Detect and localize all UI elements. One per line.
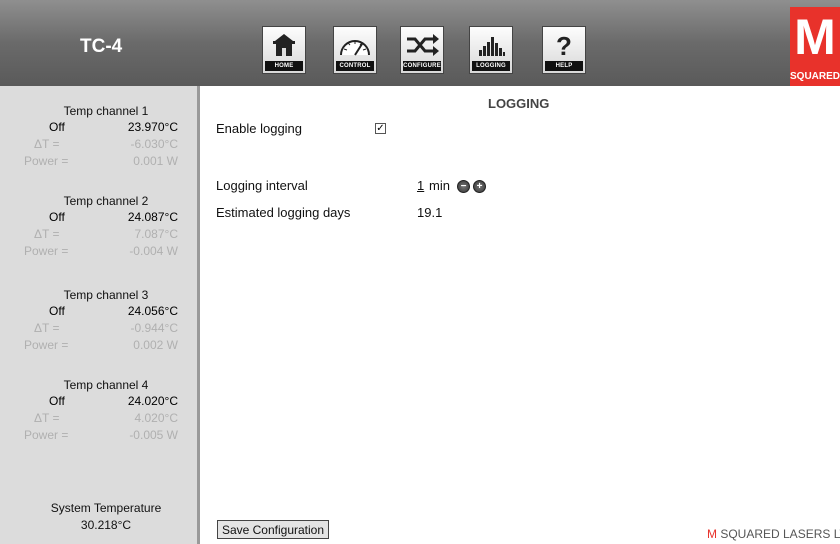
channel-state: Off: [49, 120, 65, 134]
main-content: LOGGING Enable logging ✓ Logging interva…: [200, 86, 840, 544]
shuffle-icon: [407, 34, 439, 56]
channel-status-row: Off 24.056°C: [0, 304, 200, 320]
channel-status-row: Off 24.087°C: [0, 210, 200, 226]
channel-temp: 24.020°C: [127, 394, 178, 408]
system-temperature-label: System Temperature: [50, 501, 162, 515]
power-value: -0.005 W: [129, 428, 178, 442]
channel-power-row: Power = -0.004 W: [0, 244, 200, 260]
delta-label: ΔT =: [34, 227, 60, 241]
logging-interval-unit: min: [429, 178, 450, 193]
channel-state: Off: [49, 210, 65, 224]
plus-icon: +: [476, 181, 483, 192]
enable-logging-checkbox[interactable]: ✓: [375, 123, 386, 134]
channel-power-row: Power = -0.005 W: [0, 428, 200, 444]
logo-letter: M: [794, 9, 836, 65]
delta-label: ΔT =: [34, 411, 60, 425]
nav-control-label: CONTROL: [336, 61, 374, 71]
nav-control-button[interactable]: CONTROL: [333, 26, 377, 74]
channel-status-row: Off 24.020°C: [0, 394, 200, 410]
power-value: 0.002 W: [133, 338, 178, 352]
app-title: TC-4: [80, 36, 123, 57]
system-temperature-value: 30.218°C: [80, 518, 132, 532]
delta-value: -6.030°C: [130, 137, 179, 151]
channel-power-row: Power = 0.002 W: [0, 338, 200, 354]
delta-value: -0.944°C: [130, 321, 179, 335]
nav-help-button[interactable]: ? HELP: [542, 26, 586, 74]
channel-temp: 23.970°C: [127, 120, 178, 134]
footer-text: SQUARED LASERS LTD: [720, 527, 840, 541]
nav-configure-button[interactable]: CONFIGURE: [400, 26, 444, 74]
channel-title: Temp channel 2: [63, 194, 149, 208]
channel-delta-row: ΔT = -0.944°C: [0, 321, 200, 337]
channel-temp: 24.056°C: [127, 304, 178, 318]
m-squared-logo: M SQUARED: [790, 7, 840, 86]
delta-value: 4.020°C: [134, 411, 179, 425]
power-label: Power =: [24, 338, 69, 352]
logo-text: SQUARED: [790, 71, 840, 82]
channel-delta-row: ΔT = 4.020°C: [0, 411, 200, 427]
channel-power-row: Power = 0.001 W: [0, 154, 200, 170]
save-configuration-button[interactable]: Save Configuration: [217, 520, 329, 539]
power-label: Power =: [24, 154, 69, 168]
delta-value: 7.087°C: [134, 227, 179, 241]
nav-logging-button[interactable]: LOGGING: [469, 26, 513, 74]
svg-text:?: ?: [556, 31, 572, 59]
gauge-icon: [340, 40, 370, 56]
company-footer: M SQUARED LASERS LTD: [707, 527, 840, 541]
channel-title: Temp channel 1: [63, 104, 149, 118]
estimated-days-value: 19.1: [417, 205, 443, 220]
channel-state: Off: [49, 304, 65, 318]
enable-logging-label: Enable logging: [216, 121, 303, 136]
power-value: -0.004 W: [129, 244, 178, 258]
checkmark-icon: ✓: [376, 123, 385, 134]
home-icon: [273, 34, 295, 56]
channel-delta-row: ΔT = -6.030°C: [0, 137, 200, 153]
nav-home-button[interactable]: HOME: [262, 26, 306, 74]
header-bar: TC-4 HOME CONTROL CONFIGURE LOGGING ? HE…: [0, 0, 840, 86]
nav-logging-label: LOGGING: [472, 61, 510, 71]
channel-state: Off: [49, 394, 65, 408]
minus-icon: −: [460, 181, 467, 192]
power-value: 0.001 W: [133, 154, 178, 168]
nav-configure-label: CONFIGURE: [403, 61, 441, 71]
nav-help-label: HELP: [545, 61, 583, 71]
power-label: Power =: [24, 244, 69, 258]
channel-sidebar: Temp channel 1 Off 23.970°C ΔT = -6.030°…: [0, 86, 200, 544]
increase-interval-button[interactable]: +: [473, 180, 486, 193]
channel-temp: 24.087°C: [127, 210, 178, 224]
bar-chart-icon: [479, 37, 505, 56]
delta-label: ΔT =: [34, 321, 60, 335]
channel-status-row: Off 23.970°C: [0, 120, 200, 136]
channel-delta-row: ΔT = 7.087°C: [0, 227, 200, 243]
decrease-interval-button[interactable]: −: [457, 180, 470, 193]
estimated-days-label: Estimated logging days: [216, 205, 351, 220]
logging-interval-value[interactable]: 1: [417, 178, 424, 193]
channel-title: Temp channel 3: [63, 288, 149, 302]
delta-label: ΔT =: [34, 137, 60, 151]
power-label: Power =: [24, 428, 69, 442]
channel-title: Temp channel 4: [63, 378, 149, 392]
nav-home-label: HOME: [265, 61, 303, 71]
logging-interval-label: Logging interval: [216, 178, 308, 193]
footer-mark: M: [707, 527, 717, 541]
page-title: LOGGING: [488, 96, 550, 111]
question-icon: ?: [556, 31, 572, 59]
